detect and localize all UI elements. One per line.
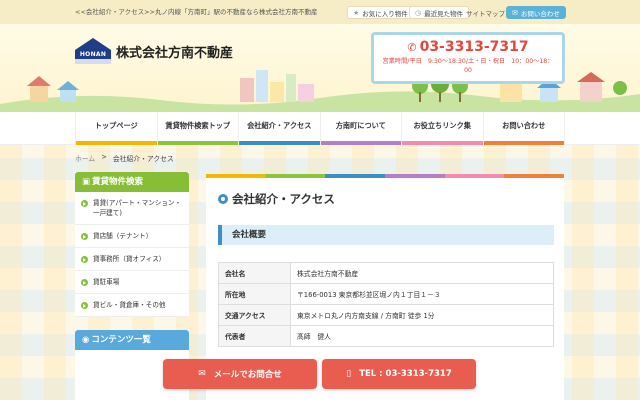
arrow-circle-icon <box>81 256 88 263</box>
table-value: 髙師 健人 <box>290 325 554 347</box>
contact-link[interactable]: ✉ お問い合わせ <box>506 6 566 19</box>
mail-contact-button[interactable]: ✉ メールでお問合せ <box>163 359 317 389</box>
site-tagline: <<会社紹介・アクセス>>丸ノ内線「方南町」駅の不動産なら株式会社方南不動産 <box>75 8 318 16</box>
nav-item-label: 方南町について <box>335 121 386 130</box>
sidebar-contents-title: コンテンツ一覧 <box>91 335 151 345</box>
rainbow-segment <box>385 174 445 178</box>
nav-item[interactable]: お問い合わせ <box>482 112 565 145</box>
nav-item-label: トップページ <box>94 121 138 130</box>
sidebar-item[interactable]: 貸駐車場 <box>75 271 189 294</box>
arrow-circle-icon <box>81 279 88 286</box>
recent-link[interactable]: ◷ 最近見た物件 <box>409 6 470 19</box>
company-name: 株式会社方南不動産 <box>116 46 234 61</box>
sidebar-item-label: 貸店舗（テナント） <box>93 232 153 240</box>
table-row: 交通アクセス 東京メトロ丸ノ内方南支線 / 方南町 徒歩 1分 <box>218 304 554 326</box>
phone-icon: ✆ <box>407 41 417 54</box>
nav-item[interactable]: お役立ちリンク集 <box>401 112 483 145</box>
breadcrumb: ホーム > 会社紹介・アクセス <box>75 153 174 163</box>
header: HONAN 株式会社方南不動産 ✆ 03-3313-7317 営業時間/平日 9:… <box>0 24 640 112</box>
sidebar-search-title: 賃貸物件検索 <box>92 177 144 187</box>
nav-item-label: 賃貸物件検索トップ <box>165 121 231 130</box>
table-key: 会社名 <box>218 262 291 284</box>
sidebar-search-header: ▣ 賃貸物件検索 <box>75 172 189 192</box>
company-logo[interactable]: HONAN <box>75 38 111 66</box>
table-value: 東京メトロ丸ノ内方南支線 / 方南町 徒歩 1分 <box>290 304 554 326</box>
nav-item[interactable]: 方南町について <box>319 112 401 145</box>
mail-icon: ✉ <box>512 8 518 17</box>
rainbow-border <box>206 174 565 178</box>
header-phone: 03-3313-7317 <box>419 39 529 55</box>
sidebar-search: ▣ 賃貸物件検索 賃貸(アパート・マンション・一戸建て) 貸店舗（テナント） 貸事務所… <box>75 172 189 317</box>
rainbow-segment <box>444 174 505 178</box>
global-nav: トップページ 賃貸物件検索トップ 会社紹介・アクセス 方南町について お役立ちリンク集 お… <box>0 112 640 145</box>
arrow-circle-icon <box>81 302 88 309</box>
nav-items: トップページ 賃貸物件検索トップ 会社紹介・アクセス 方南町について お役立ちリンク集 お… <box>75 112 565 145</box>
contact-label: お問い合わせ <box>520 9 560 18</box>
nav-item[interactable]: 会社紹介・アクセス <box>238 112 320 145</box>
tel-contact-label: TEL : 03-3313-7317 <box>359 369 452 379</box>
arrow-circle-icon <box>81 233 88 240</box>
rainbow-segment <box>325 174 386 178</box>
sidebar-contents-header: ◉ コンテンツ一覧 <box>75 330 189 350</box>
favorites-link[interactable]: ★ お気に入り物件 <box>347 6 414 19</box>
breadcrumb-home[interactable]: ホーム <box>75 153 95 163</box>
star-icon: ★ <box>353 8 360 17</box>
nav-item[interactable]: トップページ <box>75 112 157 145</box>
mobile-icon: ▯ <box>346 369 352 379</box>
circle-icon: ◉ <box>82 335 90 345</box>
sidebar-item-label: 貸ビル・貸倉庫・その他 <box>93 301 166 309</box>
logo-roof <box>75 38 111 50</box>
sidebar-item-label: 賃貸(アパート・マンション・一戸建て) <box>93 199 182 217</box>
nav-item-label: 会社紹介・アクセス <box>247 121 312 130</box>
breadcrumb-separator: > <box>101 153 107 161</box>
page-title-text: 会社紹介・アクセス <box>232 192 335 206</box>
table-row: 会社名 株式会社方南不動産 <box>218 262 554 284</box>
building-icon: ▣ <box>82 177 91 187</box>
sidebar-item[interactable]: 貸事務所（貸オフィス） <box>75 248 189 271</box>
top-strip: <<会社紹介・アクセス>>丸ノ内線「方南町」駅の不動産なら株式会社方南不動産 ★… <box>0 0 640 24</box>
rainbow-segment <box>206 174 266 178</box>
table-row: 代表者 髙師 健人 <box>218 325 554 347</box>
mail-contact-label: メールでお問合せ <box>213 370 282 380</box>
recent-label: 最近見た物件 <box>424 9 464 18</box>
breadcrumb-current: 会社紹介・アクセス <box>112 155 174 163</box>
business-hours: 営業時間/平日 9:30～18:30/土・日・祝日 10：00～18：00 <box>382 58 554 74</box>
nav-item-label: お役立ちリンク集 <box>413 121 471 130</box>
section-heading: 会社概要 <box>218 225 554 245</box>
sidebar-item[interactable]: 貸ビル・貸倉庫・その他 <box>75 294 189 317</box>
sidebar-item-label: 貸事務所（貸オフィス） <box>93 255 166 263</box>
table-value: 〒166-0013 東京都杉並区堀ノ内１丁目１－３ <box>290 283 554 305</box>
table-row: 所在地 〒166-0013 東京都杉並区堀ノ内１丁目１－３ <box>218 283 554 305</box>
table-key: 交通アクセス <box>218 304 291 326</box>
nav-item-label: お問い合わせ <box>502 121 546 130</box>
sitemap-link[interactable]: サイトマップ <box>466 6 505 19</box>
rainbow-segment <box>504 174 565 178</box>
arrow-circle-icon <box>81 200 88 207</box>
company-overview-table: 会社名 株式会社方南不動産 所在地 〒166-0013 東京都杉並区堀ノ内１丁目１－３… <box>218 262 554 347</box>
tel-contact-button[interactable]: ▯ TEL : 03-3313-7317 <box>322 359 476 389</box>
ring-icon <box>218 194 228 204</box>
sidebar-search-list: 賃貸(アパート・マンション・一戸建て) 貸店舗（テナント） 貸事務所（貸オフィス） 貸… <box>75 192 189 317</box>
sidebar-item[interactable]: 賃貸(アパート・マンション・一戸建て) <box>75 192 189 225</box>
phone-box[interactable]: ✆ 03-3313-7317 営業時間/平日 9:30～18:30/土・日・祝日 … <box>371 32 565 84</box>
rainbow-segment <box>265 174 326 178</box>
page-title: 会社紹介・アクセス <box>218 191 335 207</box>
logo-text: HONAN <box>75 50 111 59</box>
clock-icon: ◷ <box>415 8 422 17</box>
sidebar-item-label: 貸駐車場 <box>93 278 120 286</box>
mail-icon: ✉ <box>198 369 206 379</box>
sidebar-item[interactable]: 貸店舗（テナント） <box>75 225 189 248</box>
favorites-label: お気に入り物件 <box>362 9 408 18</box>
table-key: 代表者 <box>218 325 291 347</box>
table-value: 株式会社方南不動産 <box>290 262 554 284</box>
table-key: 所在地 <box>218 283 291 305</box>
nav-item[interactable]: 賃貸物件検索トップ <box>156 112 238 145</box>
